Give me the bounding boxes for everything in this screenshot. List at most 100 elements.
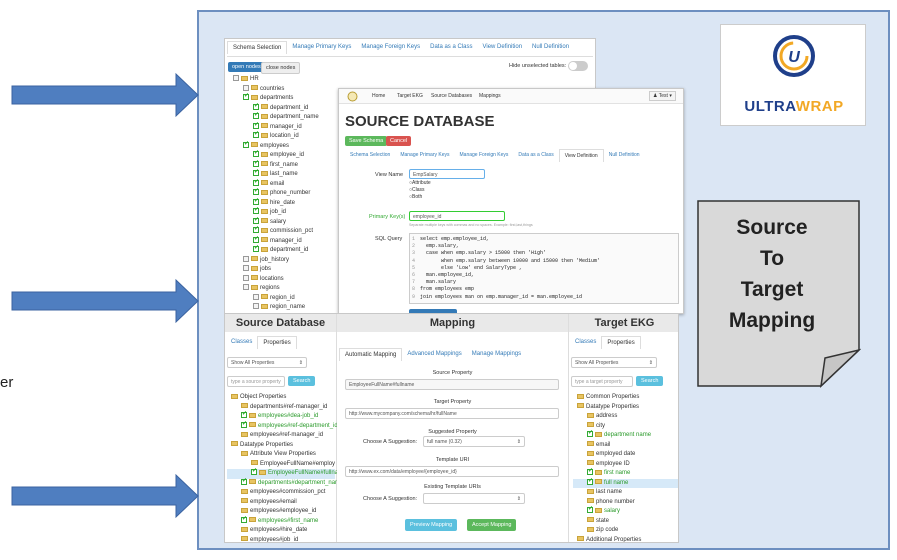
tree-node[interactable]: employees#commission_pct [227,488,335,498]
radio-attribute[interactable]: ○Attribute [409,180,431,187]
tree-node[interactable]: manager_id [229,235,349,247]
tree-checkbox[interactable] [253,244,259,254]
tree-node[interactable]: employees#ref-department_id [227,420,338,432]
tab-primary-keys[interactable]: Manage Primary Keys [287,41,356,54]
source-filter-select[interactable]: Show All Properties ⇕ [227,357,307,368]
tree-checkbox[interactable] [253,159,259,168]
tree-node[interactable]: email [573,441,678,451]
preview-mapping-button[interactable]: Preview Mapping [405,519,458,531]
nav-mappings[interactable]: Mappings [479,93,501,99]
tree-node[interactable]: state [573,517,678,527]
tree-checkbox[interactable] [253,197,259,206]
tree-node[interactable]: last_name [229,168,349,180]
tree-node[interactable]: last name [573,488,678,498]
tree-node[interactable]: employees [229,140,349,152]
tab-classes[interactable]: Classes [570,336,601,349]
tree-node[interactable]: employee_id [229,149,349,161]
tree-checkbox[interactable] [243,84,249,91]
tree-node[interactable]: jobs [229,265,349,275]
tree-checkbox[interactable] [587,429,593,439]
tree-node[interactable]: department name [573,429,678,441]
tree-checkbox[interactable] [251,467,257,477]
tree-node[interactable]: department_id [229,244,349,256]
primary-key-input[interactable]: employee_id [409,211,505,221]
tree-checkbox[interactable] [241,420,247,429]
tree-node[interactable]: email [229,178,349,190]
tree-node[interactable]: zip code [573,526,678,536]
tree-node[interactable]: Common Properties [573,393,678,403]
tab-null-definition[interactable]: Null Definition [604,149,645,162]
close-nodes-button[interactable]: close nodes [261,62,301,74]
user-menu[interactable]: ♟ Test ▾ [649,91,676,101]
tree-node[interactable]: region_name [229,303,349,313]
tab-view-definition[interactable]: View Definition [477,41,527,54]
tree-checkbox[interactable] [243,265,249,272]
radio-class[interactable]: ○Class [409,187,431,194]
tab-manage-mappings[interactable]: Manage Mappings [467,348,526,361]
open-nodes-button[interactable]: open nodes [228,62,265,72]
tree-node[interactable]: employees#job_id [227,536,335,542]
tab-foreign-keys[interactable]: Manage Foreign Keys [356,41,425,54]
tree-node[interactable]: departments [229,92,349,104]
tree-node[interactable]: first_name [229,159,349,171]
tree-checkbox[interactable] [253,225,259,235]
tree-checkbox[interactable] [253,187,259,197]
source-search-button[interactable]: Search [288,376,316,386]
tree-node[interactable]: employees#first_name [227,515,335,527]
tree-checkbox[interactable] [587,477,593,486]
tree-node[interactable]: Datatype Properties [227,441,335,451]
tree-checkbox[interactable] [241,515,247,524]
tree-checkbox[interactable] [253,303,259,310]
tree-node[interactable]: salary [229,216,349,228]
source-search-input[interactable]: type a source property [227,376,285,387]
tree-node[interactable]: phone_number [229,187,349,199]
tree-node[interactable]: employees#ref-manager_id [227,431,335,441]
tree-checkbox[interactable] [243,284,249,291]
cancel-button[interactable]: Cancel [386,136,412,146]
tree-node[interactable]: departments#department_name [227,477,343,489]
tree-node[interactable]: commission_pct [229,225,349,237]
tab-advanced-mappings[interactable]: Advanced Mappings [402,348,466,361]
tree-node[interactable]: HR [229,75,349,85]
tree-checkbox[interactable] [587,505,593,515]
suggestion-select[interactable]: full name (0.32) ⇕ [423,436,525,447]
tree-checkbox[interactable] [253,168,259,178]
tree-node[interactable]: department_id [229,102,349,114]
tab-classes[interactable]: Classes [226,336,257,349]
tree-node[interactable]: job_history [229,255,349,266]
tree-checkbox[interactable] [253,130,259,140]
template-uri-field[interactable]: http://www.ex.com/data/employee/{employe… [345,466,559,477]
nav-target-ekg[interactable]: Target EKG [397,93,423,99]
tree-node[interactable]: Additional Properties [573,536,678,542]
tree-node[interactable]: region_id [229,293,349,304]
tree-node[interactable]: salary [573,505,678,517]
tab-primary-keys[interactable]: Manage Primary Keys [395,149,454,162]
tab-automatic-mapping[interactable]: Automatic Mapping [339,348,403,361]
target-search-button[interactable]: Search [636,376,664,386]
tree-node[interactable]: address [573,412,678,422]
tree-checkbox[interactable] [243,255,249,262]
tree-checkbox[interactable] [243,92,249,102]
tab-data-as-class[interactable]: Data as a Class [513,149,558,162]
target-search-input[interactable]: type a target property [571,376,633,387]
tab-null-definition[interactable]: Null Definition [527,41,574,54]
tree-checkbox[interactable] [243,274,249,281]
tree-node[interactable]: hire_date [229,197,349,209]
tree-node[interactable]: employed date [573,450,678,460]
tree-checkbox[interactable] [253,111,259,121]
tab-foreign-keys[interactable]: Manage Foreign Keys [455,149,514,162]
existing-template-select[interactable]: ⇕ [423,493,525,504]
tree-checkbox[interactable] [253,235,259,244]
tree-checkbox[interactable] [253,216,259,225]
tree-node[interactable]: full name [573,477,678,488]
target-filter-select[interactable]: Show All Properties ⇕ [571,357,657,368]
tree-node[interactable]: employees#email [227,498,335,508]
tree-checkbox[interactable] [241,410,247,420]
tree-node[interactable]: regions [229,284,349,294]
tree-checkbox[interactable] [233,75,239,82]
tree-checkbox[interactable] [243,140,249,149]
tree-node[interactable]: Object Properties [227,393,335,403]
hide-unselected-toggle[interactable] [568,61,588,71]
tree-checkbox[interactable] [253,206,259,216]
tab-view-definition[interactable]: View Definition [558,149,604,162]
